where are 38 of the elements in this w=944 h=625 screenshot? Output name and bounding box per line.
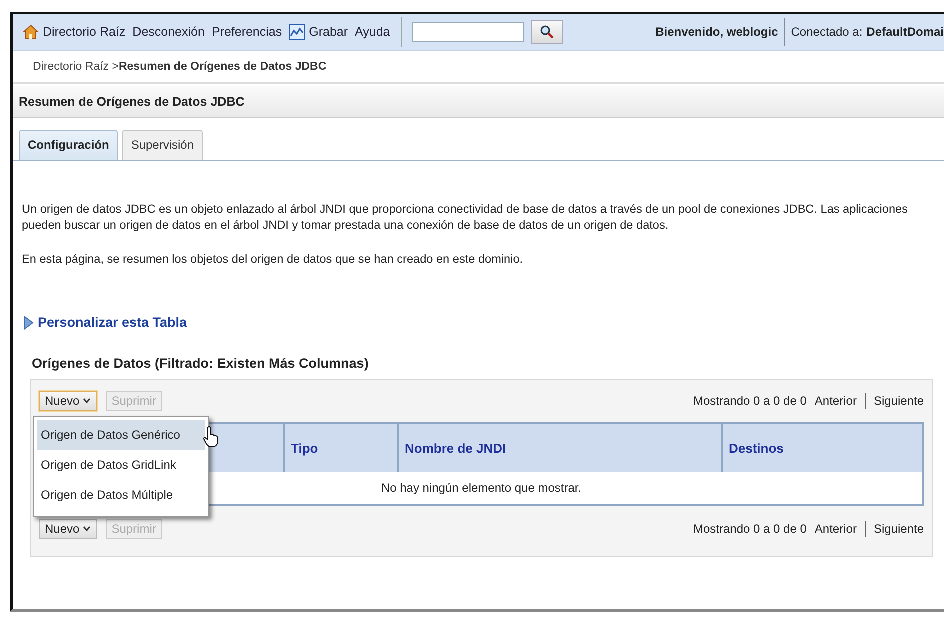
column-header[interactable]: Destinos bbox=[722, 423, 923, 472]
menu-item[interactable]: Origen de Datos Genérico bbox=[37, 420, 205, 450]
tab[interactable]: Supervisión bbox=[122, 130, 204, 160]
paging-text: Mostrando 0 a 0 de 0 bbox=[694, 394, 807, 408]
next-link[interactable]: Siguiente bbox=[874, 394, 924, 408]
breadcrumb-link[interactable]: Directorio Raíz > bbox=[33, 60, 119, 72]
nav-link[interactable]: Ayuda bbox=[355, 25, 390, 39]
domain-name: DefaultDomai bbox=[866, 25, 944, 39]
toolbar-button[interactable]: Nuevo bbox=[39, 519, 97, 539]
search-icon bbox=[540, 25, 554, 39]
description-text: Un origen de datos JDBC es un objeto enlazado al árbol JNDI que proporciona conectividad de base de datos a través de un pool de conexiones JDBC. Las aplicaciones pueden buscar un origen de datos en el árbol JNDI y tomar prestada una conexión de base de datos de un origen de datos. bbox=[22, 201, 909, 233]
previous-link[interactable]: Anterior bbox=[814, 522, 857, 536]
nav-link[interactable]: Desconexión bbox=[132, 25, 205, 39]
nav-link[interactable]: Preferencias bbox=[212, 25, 282, 39]
menu-item[interactable]: Origen de Datos Múltiple bbox=[37, 480, 205, 510]
toolbar-button[interactable]: Nuevo bbox=[39, 391, 97, 411]
customize-link[interactable]: Personalizar esta Tabla bbox=[38, 315, 188, 330]
chart-icon bbox=[289, 24, 306, 40]
search-field[interactable] bbox=[412, 22, 524, 42]
menu-item[interactable]: Origen de Datos GridLink bbox=[37, 450, 205, 480]
welcome-text: Bienvenido, weblogic bbox=[656, 25, 778, 39]
home-icon bbox=[23, 24, 39, 40]
page-title: Resumen de Orígenes de Datos JDBC bbox=[13, 86, 944, 118]
description-text: En esta página, se resumen los objetos del origen de datos que se han creado en este dominio. bbox=[22, 251, 524, 267]
nav-link[interactable]: Grabar bbox=[289, 24, 348, 40]
breadcrumb-current: Resumen de Orígenes de Datos JDBC bbox=[118, 60, 327, 72]
expand-icon bbox=[24, 316, 34, 330]
paging-text: Mostrando 0 a 0 de 0 bbox=[694, 522, 807, 536]
tab[interactable]: Configuración bbox=[19, 130, 118, 160]
column-header[interactable]: Tipo bbox=[284, 423, 398, 472]
empty-message: No hay ningún elemento que mostrar. bbox=[381, 481, 582, 495]
search-button[interactable] bbox=[531, 20, 564, 44]
nav-link[interactable]: Directorio Raíz bbox=[23, 24, 126, 40]
connection-label: Conectado a: bbox=[791, 25, 863, 39]
next-link[interactable]: Siguiente bbox=[874, 522, 924, 536]
column-header[interactable]: Nombre de JNDI bbox=[398, 423, 722, 472]
previous-link[interactable]: Anterior bbox=[814, 394, 857, 408]
table-title: Orígenes de Datos (Filtrado: Existen Más Columnas) bbox=[32, 356, 370, 371]
